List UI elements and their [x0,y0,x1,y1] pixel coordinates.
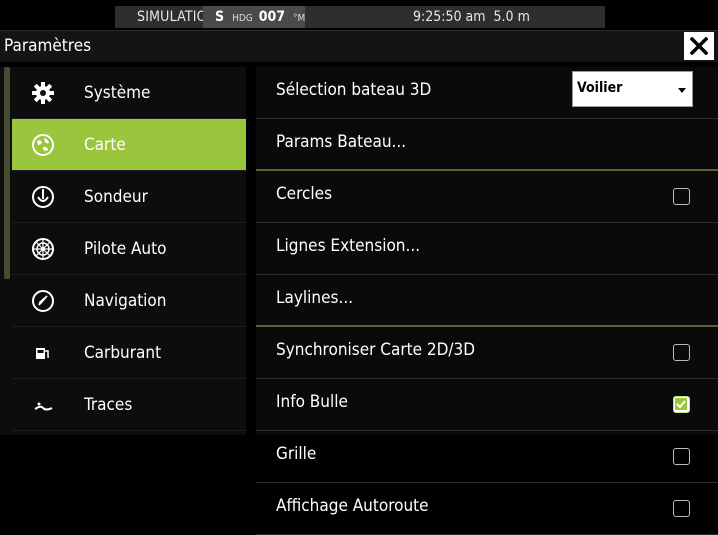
settings-panel: Sélection bateau 3D Voilier Params Batea… [256,67,718,535]
time-depth-readout[interactable]: 9:25:50 am 5.0 m [305,6,605,28]
setting-row-affichage-autoroute[interactable]: Affichage Autoroute [256,483,718,535]
setting-row-lignes-extension[interactable]: Lignes Extension... [256,223,718,275]
setting-label: Cercles [276,184,333,204]
sidebar-item-label: Traces [84,394,133,415]
sidebar-item-navigation[interactable]: Navigation [12,275,246,327]
sync-2d3d-checkbox[interactable] [673,344,690,361]
heading-value: 007 [258,9,286,25]
depth-value: 5.0 m [493,9,530,25]
setting-label: Laylines... [276,288,354,308]
page-title: Paramètres [4,36,92,56]
heading-prefix: S [215,9,225,25]
setting-row-info-bulle[interactable]: Info Bulle [256,379,718,431]
status-bar: SIMULATION... S HDG 007 °M 9:25:50 am 5.0… [0,0,718,30]
heading-unit: °M [293,13,306,24]
checkmark-icon [676,400,686,409]
setting-row-selection-bateau-3d: Sélection bateau 3D Voilier [256,67,718,119]
cercles-checkbox[interactable] [673,188,690,205]
select-value: Voilier [577,80,623,96]
sidebar-item-label: Système [84,82,151,103]
gear-icon [30,80,56,106]
setting-row-synchroniser-carte[interactable]: Synchroniser Carte 2D/3D [256,327,718,379]
grille-checkbox[interactable] [673,448,690,465]
sidebar-item-label: Carte [84,134,126,155]
close-icon [690,37,708,55]
settings-sidebar: Système Carte Sondeur Pilote Auto Naviga… [0,67,246,435]
compass-icon [30,288,56,314]
sidebar-item-systeme[interactable]: Système [12,67,246,119]
sidebar-item-carburant[interactable]: Carburant [12,327,246,379]
clock-time: 9:25:50 am [413,9,486,25]
sidebar-item-traces[interactable]: Traces [12,379,246,431]
chart-globe-icon [30,132,56,158]
title-bar: Paramètres [0,30,718,62]
setting-label: Grille [276,444,317,464]
sonar-icon [30,184,56,210]
setting-label: Affichage Autoroute [276,496,429,516]
setting-label: Synchroniser Carte 2D/3D [276,340,476,360]
autopilot-wheel-icon [30,236,56,262]
setting-label: Sélection bateau 3D [276,80,432,100]
sidebar-item-pilote-auto[interactable]: Pilote Auto [12,223,246,275]
heading-readout[interactable]: S HDG 007 °M [203,6,305,28]
setting-label: Lignes Extension... [276,236,421,256]
setting-row-laylines[interactable]: Laylines... [256,275,718,327]
info-bulle-checkbox[interactable] [673,396,690,413]
sidebar-item-sondeur[interactable]: Sondeur [12,171,246,223]
sidebar-item-label: Navigation [84,290,167,311]
chevron-down-icon [678,88,686,93]
sidebar-item-label: Sondeur [84,186,148,207]
close-button[interactable] [684,32,714,60]
heading-label: HDG [232,13,253,24]
fuel-pump-icon [30,340,56,366]
setting-label: Info Bulle [276,392,348,412]
sidebar-item-label: Pilote Auto [84,238,167,259]
sidebar-scrollbar[interactable] [4,67,10,279]
setting-row-params-bateau[interactable]: Params Bateau... [256,119,718,171]
setting-row-cercles[interactable]: Cercles [256,171,718,223]
track-icon [30,392,56,418]
autoroute-checkbox[interactable] [673,500,690,517]
sidebar-item-carte[interactable]: Carte [12,119,246,171]
setting-row-grille[interactable]: Grille [256,431,718,483]
setting-label: Params Bateau... [276,132,407,152]
sidebar-item-label: Carburant [84,342,162,363]
boat-3d-select[interactable]: Voilier [572,71,693,107]
